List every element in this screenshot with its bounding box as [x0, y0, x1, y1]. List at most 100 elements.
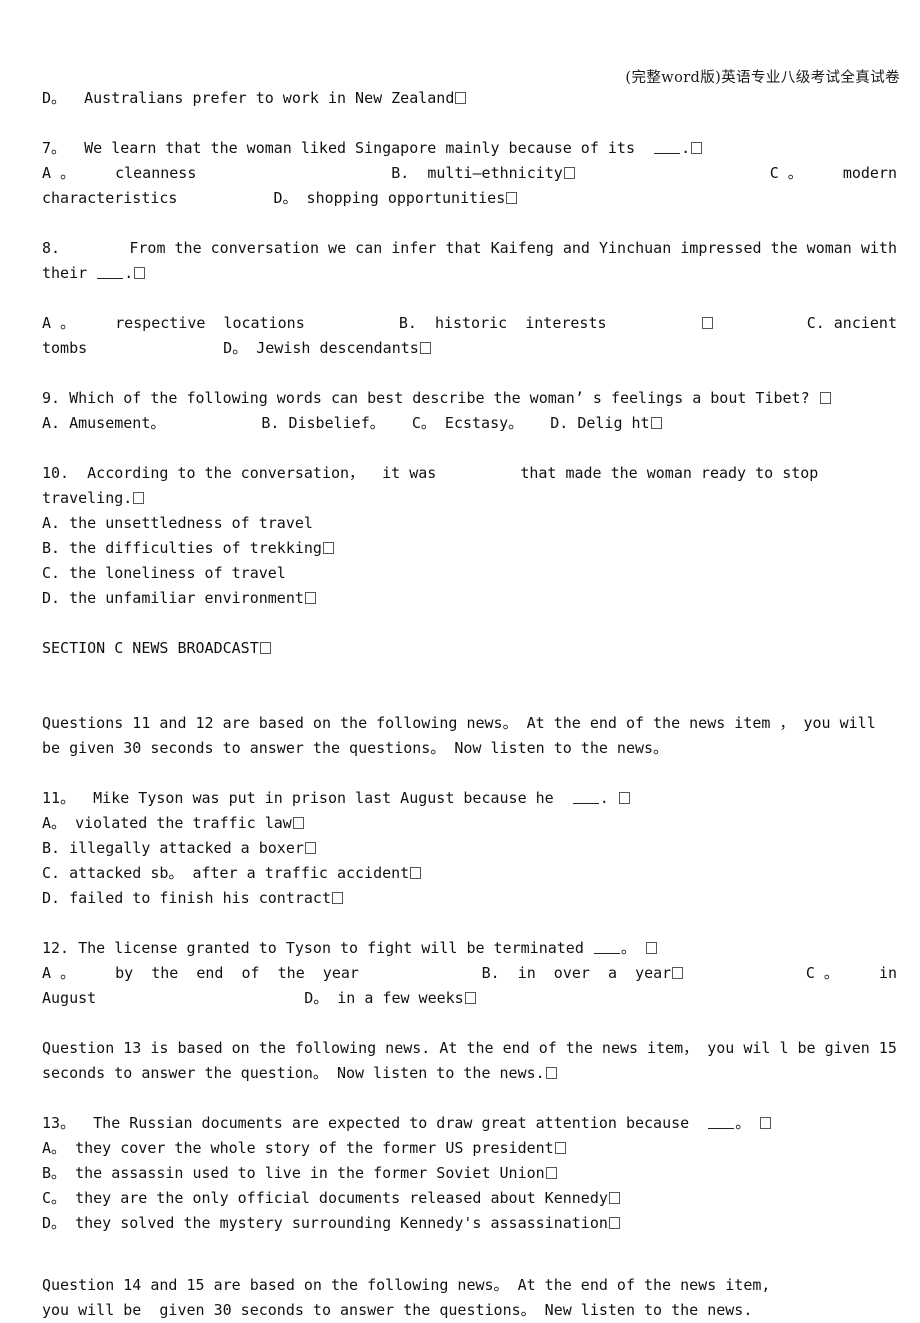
checkbox-icon[interactable]: [645, 942, 657, 954]
line-spacer: [42, 211, 897, 236]
checkbox-icon[interactable]: [332, 892, 343, 904]
q12-answer-blank[interactable]: [593, 941, 620, 954]
q13-option-b-label: B: [42, 1164, 52, 1182]
q12-option-a[interactable]: A 。 by the end of the year: [42, 961, 359, 986]
q13-option-c-text: they are the only official documents rel…: [75, 1189, 608, 1207]
q13-option-d[interactable]: D。 they solved the mystery surrounding K…: [42, 1211, 897, 1236]
document-body: D。 Australians prefer to work in New Zea…: [42, 86, 897, 1323]
checkbox-icon[interactable]: [650, 417, 662, 429]
checkbox-icon[interactable]: [608, 1192, 620, 1204]
intro-13-line2: seconds to answer the question。 Now list…: [42, 1061, 897, 1086]
q7-option-a-sep: 。: [60, 164, 76, 182]
line-spacer: [42, 661, 897, 686]
q12-number: 12.: [42, 939, 70, 957]
q8-option-a-text: respective locations: [115, 314, 305, 332]
q12-stem-tail: 。: [620, 939, 636, 957]
q7-number: 7: [42, 139, 52, 157]
checkbox-icon[interactable]: [554, 1142, 566, 1154]
q8-answer-blank[interactable]: [97, 266, 124, 279]
q8-option-b[interactable]: B. historic interests: [399, 311, 607, 336]
checkbox-icon[interactable]: [545, 1067, 557, 1079]
q7-option-c-label: C: [769, 164, 779, 182]
q13-option-a[interactable]: A。 they cover the whole story of the for…: [42, 1136, 897, 1161]
q12-option-d-sep: 。: [313, 989, 329, 1007]
q7-option-b-text: multi—ethnicity: [427, 164, 563, 182]
q13-number: 13: [42, 1114, 61, 1132]
q7-stem-tail: .: [681, 139, 691, 157]
q13-option-a-sep: 。: [51, 1139, 67, 1157]
q7-option-c-cont: characteristics: [42, 189, 178, 207]
q13-option-b[interactable]: B。 the assassin used to live in the form…: [42, 1161, 897, 1186]
q11-option-a[interactable]: A。 violated the traffic law: [42, 811, 897, 836]
q11-option-c[interactable]: C. attacked sb。 after a traffic accident: [42, 861, 897, 886]
line-spacer: [42, 436, 897, 461]
q10-option-b-label: B.: [42, 539, 61, 557]
q7-answer-blank[interactable]: [654, 141, 681, 154]
q12-stem-text: The license granted to Tyson to fight wi…: [78, 939, 584, 957]
checkbox-icon[interactable]: [464, 992, 476, 1004]
checkbox-icon[interactable]: [410, 867, 422, 879]
q13-option-c-label: C: [42, 1189, 52, 1207]
q10-stem-line-2: traveling.: [42, 486, 897, 511]
checkbox-icon[interactable]: [304, 592, 316, 604]
checkbox-icon[interactable]: [304, 842, 316, 854]
q12-options-line-1: A 。 by the end of the year B. in over a y…: [42, 961, 897, 986]
q9-options: A. Amusement。 B. Disbelief。 C。 Ecstasy。 D…: [42, 411, 897, 436]
checkbox-icon[interactable]: [563, 167, 575, 179]
q8-options-line-1: A 。 respective locations B. historic inte…: [42, 311, 897, 336]
q10-option-d-text: the unfamiliar environment: [69, 589, 304, 607]
q13-option-a-label: A: [42, 1139, 52, 1157]
q8-option-c[interactable]: C. ancient: [807, 311, 897, 336]
q12-option-a-label: A: [42, 964, 52, 982]
checkbox-icon[interactable]: [134, 267, 146, 279]
checkbox-icon[interactable]: [322, 542, 334, 554]
q10-option-d[interactable]: D. the unfamiliar environment: [42, 586, 897, 611]
page-header-title: (完整word版)英语专业八级考试全真试卷: [625, 70, 900, 86]
q11-option-b-text: illegally attacked a boxer: [69, 839, 304, 857]
checkbox-icon[interactable]: [455, 92, 467, 104]
checkbox-icon[interactable]: [419, 342, 431, 354]
q13-stem-tail: 。: [735, 1114, 751, 1132]
q11-stem-text: Mike Tyson was put in prison last August…: [93, 789, 554, 807]
checkbox-icon[interactable]: [672, 967, 684, 979]
q12-option-c[interactable]: C 。 in: [806, 961, 897, 986]
q11-option-a-sep: 。: [51, 814, 67, 832]
q13-option-c-sep: 。: [51, 1189, 67, 1207]
q9-option-c-sep: 。: [420, 414, 436, 432]
q10-option-c[interactable]: C. the loneliness of travel: [42, 561, 897, 586]
checkbox-icon[interactable]: [133, 492, 145, 504]
q7-option-c[interactable]: C 。 modern: [770, 161, 897, 186]
q11-option-d[interactable]: D. failed to finish his contract: [42, 886, 897, 911]
q7-option-b[interactable]: B. multi—ethnicity: [391, 161, 575, 186]
checkbox-icon[interactable]: [292, 817, 304, 829]
q10-option-a[interactable]: A. the unsettledness of travel: [42, 511, 897, 536]
q12-option-b-text: in over a year: [517, 964, 672, 982]
checkbox-icon[interactable]: [691, 142, 703, 154]
checkbox-icon[interactable]: [545, 1167, 557, 1179]
q11-option-c-label: C.: [42, 864, 61, 882]
q11-option-b[interactable]: B. illegally attacked a boxer: [42, 836, 897, 861]
checkbox-icon[interactable]: [259, 642, 271, 654]
q12-option-b[interactable]: B. in over a year: [482, 961, 684, 986]
checkbox-icon[interactable]: [760, 1117, 772, 1129]
checkbox-icon[interactable]: [819, 392, 831, 404]
checkbox-icon[interactable]: [701, 317, 713, 329]
q11-answer-blank[interactable]: [572, 791, 599, 804]
checkbox-icon[interactable]: [506, 192, 518, 204]
q8-option-a[interactable]: A 。 respective locations: [42, 311, 305, 336]
checkbox-icon[interactable]: [618, 792, 630, 804]
q7-stem-text: We learn that the woman liked Singapore …: [84, 139, 635, 157]
q11-option-a-text: violated the traffic law: [75, 814, 292, 832]
q7-option-a[interactable]: A 。 cleanness: [42, 161, 196, 186]
q13-option-c[interactable]: C。 they are the only official documents …: [42, 1186, 897, 1211]
q13-answer-blank[interactable]: [708, 1116, 735, 1129]
q9-stem-text: Which of the following words can best de…: [69, 389, 810, 407]
q6-option-d-sep: 。: [51, 89, 67, 107]
intro-11-12-line1: Questions 11 and 12 are based on the fol…: [42, 714, 876, 732]
q10-option-b-text: the difficulties of trekking: [69, 539, 322, 557]
q10-stem-part2: it was: [382, 464, 437, 482]
q7-sep: 。: [51, 139, 67, 157]
checkbox-icon[interactable]: [608, 1217, 620, 1229]
q9-option-c-text: Ecstasy。: [444, 414, 524, 432]
q10-option-b[interactable]: B. the difficulties of trekking: [42, 536, 897, 561]
